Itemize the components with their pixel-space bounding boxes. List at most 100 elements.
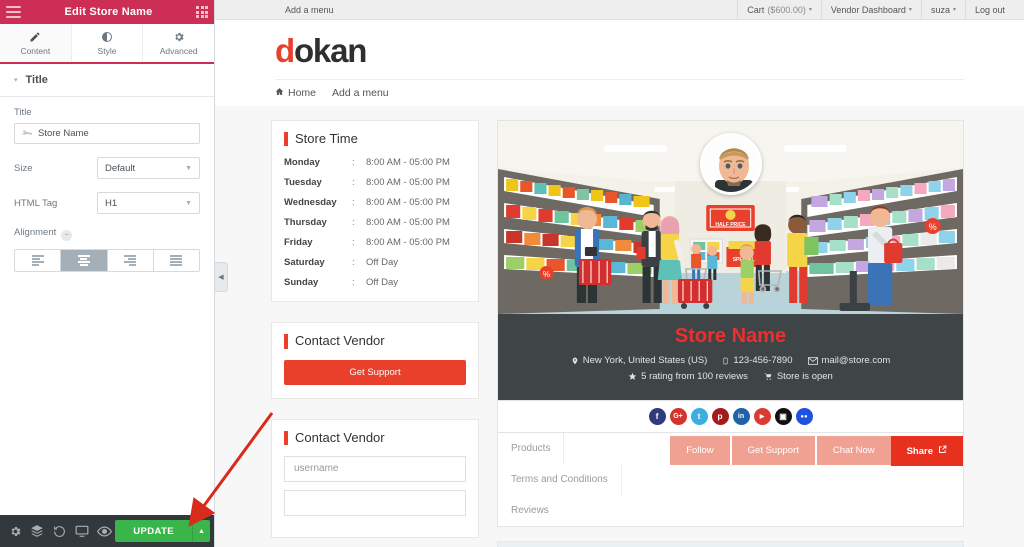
- adminbar-add-menu[interactable]: Add a menu: [285, 5, 334, 15]
- cart-icon: [763, 372, 773, 381]
- twitter-icon[interactable]: t: [690, 408, 708, 425]
- layers-icon[interactable]: [26, 515, 48, 547]
- adminbar-user[interactable]: suza ▾: [920, 0, 965, 20]
- store-time-value: 8:00 AM - 05:00 PM: [366, 157, 450, 169]
- store-address-text: New York, United States (US): [582, 355, 708, 366]
- map-pin-icon: [571, 356, 579, 366]
- store-time-sep: :: [352, 237, 355, 249]
- reset-icon[interactable]: −: [61, 229, 73, 241]
- store-time-title: Store Time: [284, 131, 466, 147]
- gear-icon[interactable]: [4, 515, 26, 547]
- store-time-day: Sunday: [284, 277, 319, 289]
- title-field-label: Title: [14, 107, 32, 118]
- store-time-day: Wednesday: [284, 197, 337, 209]
- update-options-caret-icon[interactable]: ▲: [192, 520, 211, 542]
- flickr-icon[interactable]: ●●: [795, 408, 813, 425]
- adminbar-logout[interactable]: Log out: [964, 0, 1014, 20]
- tab-reviews[interactable]: Reviews: [498, 495, 668, 526]
- facebook-icon[interactable]: f: [648, 408, 666, 425]
- get-support-button[interactable]: Get Support: [731, 436, 815, 465]
- adminbar-cart[interactable]: Cart ($600.00) ▾: [737, 0, 821, 20]
- chevron-down-icon: ▾: [14, 77, 18, 84]
- get-support-button[interactable]: Get Support: [284, 359, 466, 385]
- email-input[interactable]: [284, 489, 466, 516]
- elementor-editor-screen: Edit Store Name Content Style Advanced ▾…: [0, 0, 1024, 547]
- external-link-icon: [938, 445, 947, 457]
- nav-item-home-label: Home: [288, 87, 317, 99]
- store-info-line-1: New York, United States (US) 123-456-789…: [498, 355, 963, 366]
- tab-products[interactable]: Products: [498, 433, 565, 464]
- phone-icon: [722, 356, 729, 366]
- alignment-label: Alignment: [14, 227, 57, 238]
- chevron-down-icon: ▾: [908, 7, 912, 13]
- grid-icon[interactable]: [196, 6, 208, 18]
- update-control: UPDATE ▲: [115, 520, 211, 542]
- chevron-down-icon: ▾: [952, 7, 956, 13]
- title-input[interactable]: Store Name: [14, 123, 200, 144]
- vendor-avatar[interactable]: [699, 133, 762, 195]
- pencil-icon: [29, 31, 41, 43]
- share-button[interactable]: Share: [890, 436, 963, 466]
- adminbar-user-label: suza: [930, 4, 950, 15]
- chat-now-button[interactable]: Chat Now: [816, 436, 891, 465]
- widget-contact-vendor-support: Contact Vendor Get Support: [271, 322, 479, 399]
- align-left-button[interactable]: [15, 250, 62, 271]
- store-time-day: Thursday: [284, 217, 327, 229]
- tab-style[interactable]: Style: [71, 24, 144, 62]
- responsive-icon[interactable]: [71, 515, 93, 547]
- adminbar-vendor-dashboard-label: Vendor Dashboard: [830, 4, 906, 15]
- store-phone: 123-456-7890: [722, 355, 793, 366]
- store-time-value: 8:00 AM - 05:00 PM: [366, 217, 450, 229]
- instagram-icon[interactable]: ▣: [774, 408, 792, 425]
- tab-advanced-label: Advanced: [159, 45, 198, 56]
- nav-item-home[interactable]: Home: [275, 87, 316, 99]
- store-name: Store Name: [674, 325, 787, 347]
- wrench-icon[interactable]: [19, 126, 34, 142]
- store-time-sep: :: [352, 157, 355, 169]
- username-input[interactable]: username: [284, 455, 466, 482]
- adminbar-vendor-dashboard[interactable]: Vendor Dashboard ▾: [820, 0, 921, 20]
- store-time-sep: :: [352, 197, 355, 209]
- site-logo[interactable]: dokan: [215, 34, 1024, 67]
- html-tag-select[interactable]: H1 ▼: [97, 192, 200, 214]
- store-time-day: Tuesday: [284, 177, 322, 189]
- contrast-icon: [101, 31, 113, 43]
- svg-text:%: %: [929, 222, 937, 232]
- nav-item-add-menu[interactable]: Add a menu: [332, 87, 389, 99]
- store-time-row: Friday : 8:00 AM - 05:00 PM: [284, 237, 466, 248]
- tab-advanced[interactable]: Advanced: [143, 24, 215, 62]
- size-select[interactable]: Default ▼: [97, 157, 200, 179]
- align-justify-button[interactable]: [153, 250, 199, 271]
- linkedin-icon[interactable]: in: [732, 408, 750, 425]
- svg-text:HALF PRICE: HALF PRICE: [715, 222, 746, 228]
- store-phone-text: 123-456-7890: [733, 355, 793, 366]
- username-placeholder: username: [294, 463, 339, 475]
- google-plus-icon[interactable]: G+: [669, 408, 687, 425]
- store-time-row: Monday : 8:00 AM - 05:00 PM: [284, 157, 466, 168]
- chevron-down-icon: ▾: [808, 7, 812, 13]
- alignment-button-group: [14, 249, 200, 272]
- control-html-tag: HTML Tag H1 ▼: [14, 192, 200, 214]
- home-icon: [275, 87, 284, 99]
- preview-eye-icon[interactable]: [93, 515, 115, 547]
- tab-terms-and-conditions[interactable]: Terms and Conditions: [498, 464, 622, 495]
- youtube-icon[interactable]: ▶: [753, 408, 771, 425]
- history-icon[interactable]: [49, 515, 71, 547]
- store-time-row: Tuesday : 8:00 AM - 05:00 PM: [284, 177, 466, 188]
- panel-body: Title Store Name Size Default ▼ HTML Tag…: [0, 97, 214, 515]
- follow-button[interactable]: Follow: [670, 436, 730, 465]
- html-tag-select-value: H1: [105, 197, 118, 209]
- update-button[interactable]: UPDATE: [115, 520, 193, 542]
- tab-content[interactable]: Content: [0, 24, 72, 62]
- site-header: dokan Home Add a menu: [215, 20, 1024, 106]
- pinterest-icon[interactable]: p: [711, 408, 729, 425]
- panel-collapse-toggle[interactable]: ◀: [215, 262, 228, 292]
- store-address: New York, United States (US): [571, 355, 708, 366]
- align-right-button[interactable]: [107, 250, 154, 271]
- gear-icon: [173, 31, 185, 43]
- hamburger-icon[interactable]: [6, 6, 21, 18]
- store-email-text: mail@store.com: [821, 355, 891, 366]
- align-center-button[interactable]: [61, 250, 108, 271]
- section-title-header[interactable]: ▾ Title: [0, 64, 214, 97]
- site-preview: Add a menu Cart ($600.00) ▾ Vendor Dashb…: [215, 0, 1024, 547]
